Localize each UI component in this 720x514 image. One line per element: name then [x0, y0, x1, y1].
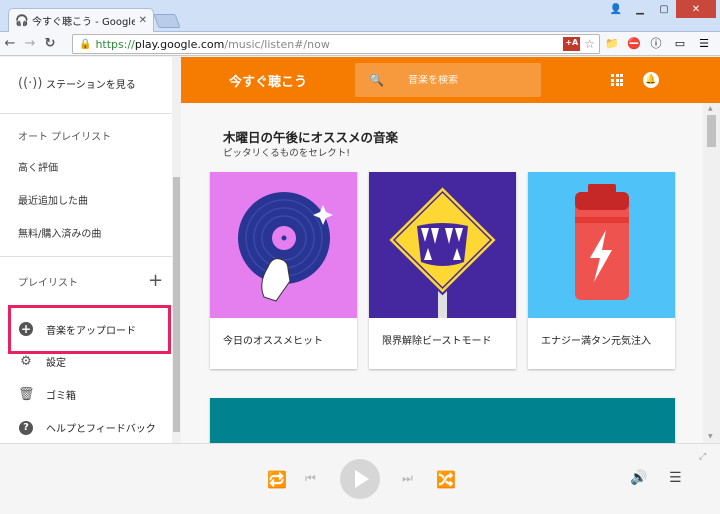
gear-icon: ⚙ [20, 353, 32, 369]
recommendation-title: 木曜日の午後にオススメの音楽 [223, 130, 399, 145]
sidebar-item-recently-added[interactable]: 最近追加した曲 [18, 192, 88, 207]
sidebar-item-free-purchased[interactable]: 無料/購入済みの曲 [18, 225, 101, 240]
sidebar-item-label: 設定 [46, 357, 66, 369]
back-button[interactable]: ← [0, 36, 20, 51]
playlists-header: プレイリスト [18, 278, 78, 289]
card-todays-hits[interactable]: 今日のオススメヒット [210, 172, 357, 369]
next-icon[interactable]: ⏭ [402, 471, 413, 486]
play-icon [355, 470, 369, 488]
main-scrollbar[interactable]: ▲ ▼ [703, 103, 720, 443]
url-path: /music/listen#/now [224, 37, 330, 51]
headphones-icon: 🎧 [15, 13, 29, 27]
url-scheme: https:// [95, 37, 135, 51]
divider [0, 113, 172, 114]
sidebar-item-label: ゴミ箱 [46, 390, 76, 402]
auto-playlists-header: オート プレイリスト [18, 132, 112, 143]
help-icon: ? [18, 419, 34, 435]
add-playlist-icon[interactable]: + [148, 272, 163, 290]
cast-icon[interactable]: ▭ [672, 35, 688, 51]
new-tab-button[interactable] [153, 14, 181, 28]
main-content: 今すぐ聴こう 🔍 🔔 木曜日の午後にオススメの音楽 ピッタリくるものをセレクト! [181, 57, 720, 443]
lock-icon: 🔒 [79, 38, 92, 50]
extension-info-icon[interactable]: ⓘ [648, 35, 664, 51]
notifications-icon[interactable]: 🔔 [643, 72, 659, 88]
card-label: エナジー満タン元気注入 [541, 336, 651, 347]
close-tab-icon[interactable]: ✕ [139, 15, 147, 26]
volume-icon[interactable]: 🔊 [630, 470, 647, 486]
battery-icon [528, 172, 675, 318]
card-beast-mode[interactable]: 限界解除ビーストモード [369, 172, 516, 369]
maximize-button[interactable]: ▢ [652, 0, 676, 18]
radio-icon: ((·)) [18, 75, 43, 91]
player-bar: 🔁 ⏮ ⏭ 🔀 🔊 ☰ ⤢ [0, 443, 720, 514]
forward-button[interactable]: → [20, 36, 40, 51]
play-music-app: ((·)) ステーションを見る オート プレイリスト 高く評価 最近追加した曲 … [0, 57, 720, 443]
sidebar-item-label: ステーションを見る [46, 79, 136, 91]
recommendation-subtitle: ピッタリくるものをセレクト! [223, 148, 351, 159]
search-input[interactable] [407, 74, 518, 86]
card-next-row[interactable] [210, 398, 675, 443]
search-box[interactable]: 🔍 [355, 63, 541, 97]
search-icon: 🔍 [369, 73, 384, 87]
sidebar-item-thumbs-up[interactable]: 高く評価 [18, 159, 58, 174]
tab-title: 今すぐ聴こう - Google Play [32, 17, 135, 28]
bookmark-star-icon[interactable]: ☆ [584, 37, 595, 51]
sidebar-scrollbar[interactable] [172, 57, 181, 443]
card-label: 限界解除ビーストモード [382, 336, 492, 347]
card-label: 今日のオススメヒット [223, 336, 323, 347]
translate-badge[interactable]: +A [563, 37, 581, 51]
chrome-menu-icon[interactable]: ☰ [696, 35, 712, 51]
play-button[interactable] [340, 459, 380, 499]
divider [0, 256, 172, 257]
page-title: 今すぐ聴こう [229, 75, 308, 90]
browser-toolbar: ← → ↻ 🔒 https:// play.google.com /music/… [0, 32, 720, 56]
sidebar-item-label: ヘルプとフィードバック [46, 423, 156, 435]
browser-tab[interactable]: 🎧 今すぐ聴こう - Google Play ✕ [8, 8, 154, 32]
extension-stop-icon[interactable]: ⛔ [626, 35, 642, 51]
url-host: play.google.com [134, 37, 225, 51]
sidebar: ((·)) ステーションを見る オート プレイリスト 高く評価 最近追加した曲 … [0, 57, 181, 443]
browser-titlebar: 🎧 今すぐ聴こう - Google Play ✕ 👤 ▁ ▢ ✕ [0, 0, 720, 32]
warning-sign-icon [369, 172, 516, 318]
address-bar[interactable]: 🔒 https:// play.google.com /music/listen… [72, 34, 600, 54]
reload-button[interactable]: ↻ [40, 36, 60, 51]
vinyl-record-icon [210, 172, 357, 318]
shuffle-icon[interactable]: 🔀 [436, 470, 456, 489]
apps-grid-icon[interactable] [611, 74, 623, 86]
repeat-icon[interactable]: 🔁 [267, 470, 287, 489]
expand-icon[interactable]: ⤢ [699, 452, 706, 462]
card-energy[interactable]: エナジー満タン元気注入 [528, 172, 675, 369]
app-bar: 今すぐ聴こう 🔍 🔔 [181, 57, 720, 103]
sidebar-item-trash[interactable]: 🗑 ゴミ箱 [0, 378, 172, 410]
previous-icon[interactable]: ⏮ [305, 471, 316, 486]
sidebar-item-stations[interactable]: ((·)) ステーションを見る [0, 67, 172, 99]
sidebar-item-settings[interactable]: ⚙ 設定 [0, 345, 172, 377]
user-icon[interactable]: 👤 [604, 0, 628, 18]
queue-icon[interactable]: ☰ [669, 470, 682, 486]
close-window-button[interactable]: ✕ [676, 0, 716, 18]
minimize-button[interactable]: ▁ [628, 0, 652, 18]
sidebar-item-help[interactable]: ? ヘルプとフィードバック [0, 411, 172, 443]
trash-icon: 🗑 [18, 386, 35, 402]
extension-folder-icon[interactable]: 📁 [604, 35, 620, 51]
